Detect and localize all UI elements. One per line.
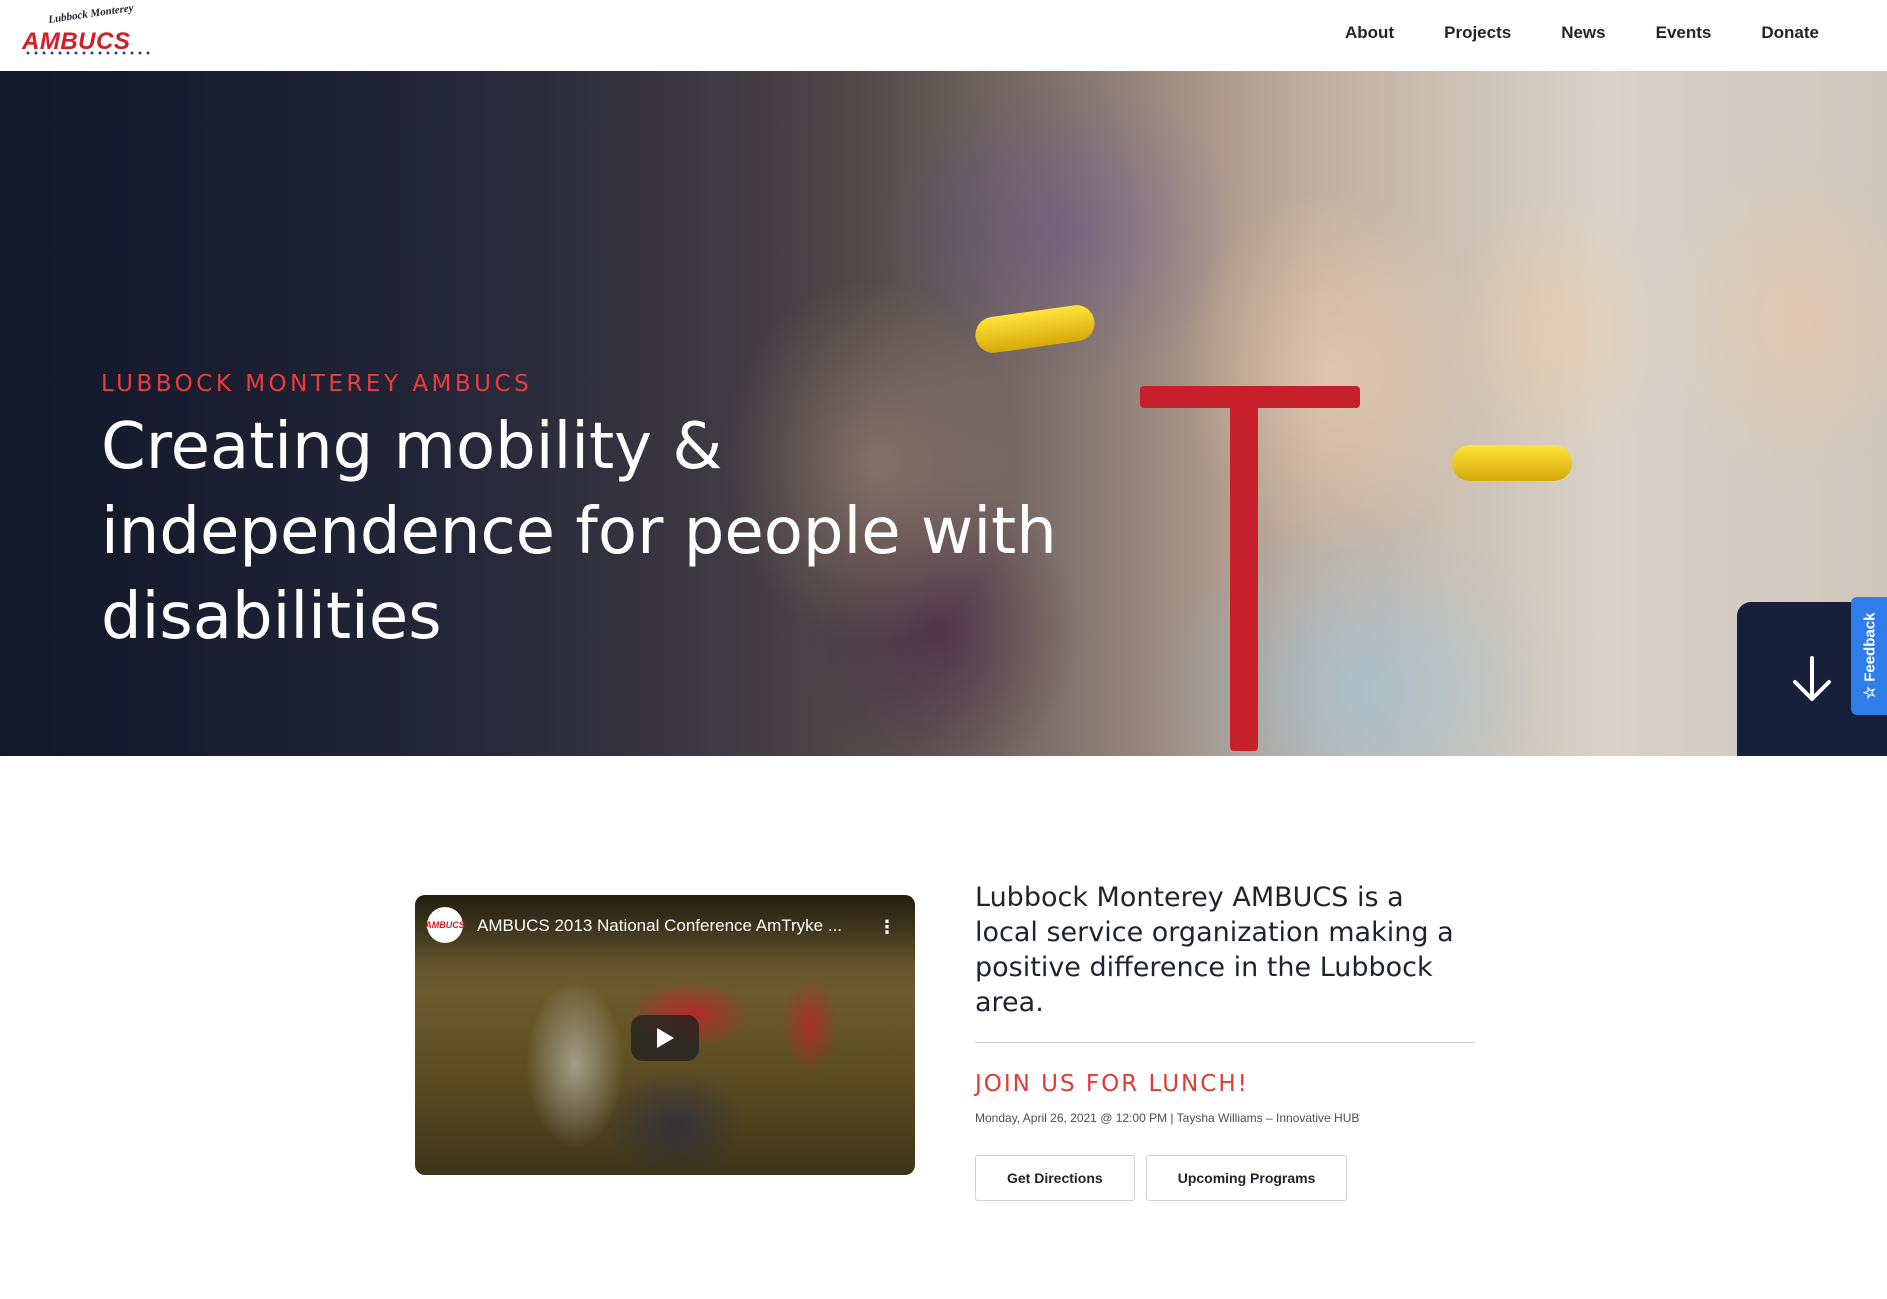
about-text: Lubbock Monterey AMBUCS is a local servi… (975, 882, 1454, 1018)
nav-projects[interactable]: Projects (1444, 23, 1511, 43)
nav-events[interactable]: Events (1656, 23, 1712, 43)
main-nav: About Projects News Events Donate (1295, 0, 1819, 66)
hero-banner: LUBBOCK MONTEREY AMBUCS Creating mobilit… (0, 71, 1887, 756)
get-directions-button[interactable]: Get Directions (975, 1155, 1135, 1201)
hero-photo-detail (1140, 386, 1360, 408)
action-buttons: Get Directions Upcoming Programs (975, 1155, 1475, 1201)
more-vert-icon[interactable]: ⋮ (878, 917, 896, 938)
lunch-details: Monday, April 26, 2021 @ 12:00 PM | Tays… (975, 1111, 1360, 1125)
lunch-heading: JOIN US FOR LUNCH! (975, 1071, 1249, 1097)
site-header: Lubbock Monterey AMBUCS About Projects N… (0, 0, 1887, 71)
video-title[interactable]: AMBUCS 2013 National Conference AmTryke … (477, 916, 857, 936)
nav-news[interactable]: News (1561, 23, 1605, 43)
hero-photo-detail (973, 302, 1097, 356)
hero-photo-detail (1452, 445, 1572, 481)
hero-headline: Creating mobility & independence for peo… (101, 410, 1057, 654)
arrow-down-icon (1793, 656, 1831, 701)
about-section: Lubbock Monterey AMBUCS is a local servi… (975, 880, 1475, 1201)
upcoming-programs-button[interactable]: Upcoming Programs (1145, 1155, 1348, 1201)
hero-text: LUBBOCK MONTEREY AMBUCS Creating mobilit… (101, 371, 1101, 660)
hero-photo-detail (1230, 391, 1258, 751)
ambucs-logo[interactable]: Lubbock Monterey AMBUCS (18, 2, 168, 62)
nav-about[interactable]: About (1345, 23, 1394, 43)
star-icon: ☆ (1861, 685, 1879, 700)
hero-eyebrow: LUBBOCK MONTEREY AMBUCS (101, 371, 533, 397)
logo-dots (24, 50, 154, 56)
youtube-video-embed[interactable]: AMBUCS AMBUCS 2013 National Conference A… (415, 895, 915, 1175)
play-icon (657, 1028, 674, 1048)
play-button[interactable] (631, 1015, 699, 1061)
nav-donate[interactable]: Donate (1761, 23, 1819, 43)
feedback-text: Feedback (1861, 612, 1879, 682)
feedback-label: ☆ Feedback (1860, 613, 1878, 700)
logo-subtitle: Lubbock Monterey (47, 2, 135, 26)
channel-avatar[interactable]: AMBUCS (425, 907, 465, 943)
divider (975, 1042, 1475, 1043)
feedback-tab[interactable]: ☆ Feedback (1851, 597, 1887, 715)
